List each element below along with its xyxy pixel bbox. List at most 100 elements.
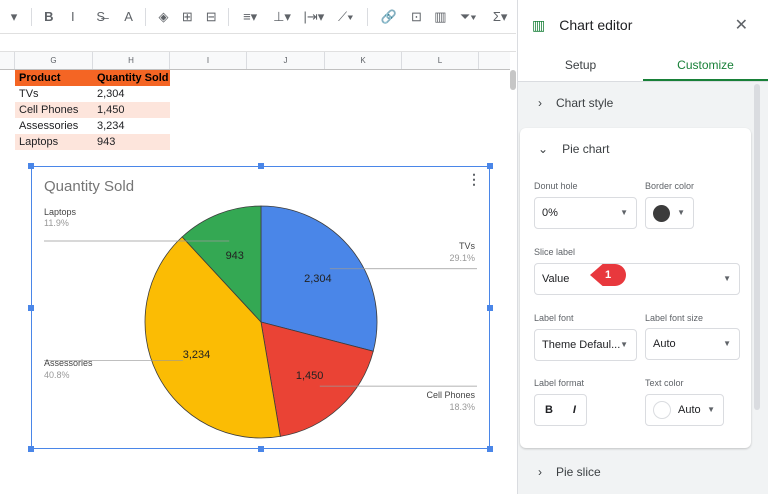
resize-handle[interactable] — [487, 446, 493, 452]
toolbar-separator — [30, 7, 32, 26]
legend-label-tvs: TVs — [458, 241, 475, 251]
donut-hole-dropdown[interactable]: 0% ▼ — [534, 197, 637, 229]
table-row: Laptops 943 — [15, 134, 170, 150]
functions-icon[interactable]: Σ▾ — [484, 9, 516, 25]
column-header-h[interactable]: H — [93, 52, 170, 69]
formula-bar[interactable] — [0, 34, 516, 52]
text-rotate-icon[interactable]: ⟋▾ — [330, 9, 362, 25]
column-header-k[interactable]: K — [325, 52, 402, 69]
text-color-icon[interactable]: A — [117, 9, 141, 24]
tab-customize[interactable]: Customize — [643, 50, 768, 81]
chart-icon: ▥ — [532, 16, 546, 33]
cell[interactable]: 1,450 — [93, 102, 170, 118]
borders-icon[interactable]: ⊞ — [175, 9, 199, 25]
vertical-align-icon[interactable]: ⊥▾ — [266, 9, 298, 25]
column-header-g[interactable]: G — [15, 52, 93, 69]
section-label: Pie chart — [562, 142, 610, 156]
slice-label-dropdown[interactable]: Value ▼ — [534, 263, 740, 295]
column-header-j[interactable]: J — [247, 52, 325, 69]
data-table: Product Quantity Sold TVs 2,304 Cell Phone… — [15, 70, 170, 150]
chevron-right-icon: › — [538, 465, 542, 479]
table-row: TVs 2,304 — [15, 86, 170, 102]
section-label: Chart style — [556, 96, 614, 110]
vertical-scrollbar[interactable] — [510, 70, 516, 90]
section-pie-chart-header[interactable]: ⌄ Pie chart — [520, 128, 751, 170]
editor-header: ▥ Chart editor ✕ — [518, 0, 768, 50]
slice-value-label: 1,450 — [296, 370, 324, 382]
legend-pct-assessories: 40.8% — [44, 370, 70, 380]
label-font-label: Label font — [534, 313, 574, 323]
resize-handle[interactable] — [28, 163, 34, 169]
pie-chart-section: ⌄ Pie chart Donut hole 0% ▼ Border color ▼… — [520, 128, 751, 448]
border-color-dropdown[interactable]: ▼ — [645, 197, 694, 229]
corner — [0, 52, 15, 69]
link-icon[interactable]: 🔗 — [373, 9, 405, 25]
dropdown-caret-icon: ▼ — [707, 405, 715, 414]
text-color-value: Auto — [678, 404, 701, 416]
section-pie-slice[interactable]: › Pie slice — [518, 451, 751, 493]
text-color-dropdown[interactable]: Auto ▼ — [645, 394, 724, 426]
section-label: Pie slice — [556, 465, 601, 479]
resize-handle[interactable] — [28, 305, 34, 311]
resize-handle[interactable] — [487, 305, 493, 311]
cell[interactable]: Product — [15, 70, 93, 86]
chart-editor-panel: ▥ Chart editor ✕ Setup Customize › Chart … — [517, 0, 768, 494]
comment-icon[interactable]: ⊡ — [405, 9, 429, 25]
cell[interactable]: Laptops — [15, 134, 93, 150]
slice-value-label: 943 — [226, 250, 244, 262]
legend-pct-tvs: 29.1% — [449, 253, 475, 263]
toolbar-separator — [228, 7, 230, 26]
label-font-value: Theme Defaul... — [542, 339, 621, 351]
italic-button[interactable]: I — [573, 395, 576, 425]
bold-button[interactable]: B — [545, 395, 553, 425]
slice-label-label: Slice label — [534, 247, 576, 257]
column-headers: G H I J K L — [0, 52, 510, 70]
chevron-down-icon: ⌄ — [538, 142, 549, 156]
pie-chart[interactable]: Quantity Sold ⋮ 2,304 1,450 3,234 943 Lapto… — [28, 163, 493, 452]
toolbar: ▾ B I S̶ A ◈ ⊞ ⊟ ≡▾ ⊥▾ |⇥▾ ⟋▾ 🔗 ⊡ ▥ ⏷▾ Σ▾ — [0, 0, 516, 34]
close-icon[interactable]: ✕ — [735, 15, 748, 35]
horizontal-align-icon[interactable]: ≡▾ — [234, 9, 266, 25]
resize-handle[interactable] — [487, 163, 493, 169]
cell[interactable]: TVs — [15, 86, 93, 102]
label-font-size-label: Label font size — [645, 313, 704, 323]
editor-tabs: Setup Customize — [518, 50, 768, 82]
dropdown-caret-icon[interactable]: ▾ — [2, 9, 26, 25]
chart-icon[interactable]: ▥ — [428, 9, 452, 25]
panel-scrollbar[interactable] — [754, 84, 760, 410]
dropdown-caret-icon: ▼ — [677, 208, 685, 217]
cell[interactable]: Cell Phones — [15, 102, 93, 118]
cell[interactable]: 3,234 — [93, 118, 170, 134]
label-format-label: Label format — [534, 378, 585, 388]
resize-handle[interactable] — [28, 446, 34, 452]
label-font-size-value: Auto — [653, 338, 676, 350]
cell[interactable]: 943 — [93, 134, 170, 150]
cell[interactable]: Quantity Sold — [93, 70, 170, 86]
resize-handle[interactable] — [258, 446, 264, 452]
section-chart-style[interactable]: › Chart style — [518, 82, 751, 124]
italic-icon[interactable]: I — [61, 9, 85, 24]
label-font-size-dropdown[interactable]: Auto ▼ — [645, 328, 740, 360]
tab-setup[interactable]: Setup — [518, 50, 643, 81]
label-font-dropdown[interactable]: Theme Defaul... ▼ — [534, 329, 637, 361]
column-header-l[interactable]: L — [402, 52, 479, 69]
donut-hole-label: Donut hole — [534, 181, 578, 191]
dropdown-caret-icon: ▼ — [620, 340, 628, 349]
column-header-i[interactable]: I — [170, 52, 247, 69]
bold-icon[interactable]: B — [37, 9, 61, 24]
merge-cells-icon[interactable]: ⊟ — [199, 9, 223, 25]
slice-label-value: Value — [542, 273, 570, 285]
cell[interactable]: 2,304 — [93, 86, 170, 102]
filter-icon[interactable]: ⏷▾ — [452, 9, 484, 25]
resize-handle[interactable] — [258, 163, 264, 169]
table-row: Assessories 3,234 — [15, 118, 170, 134]
chevron-right-icon: › — [538, 96, 542, 110]
text-wrap-icon[interactable]: |⇥▾ — [298, 9, 330, 25]
strikethrough-icon[interactable]: S̶ — [85, 9, 117, 24]
toolbar-separator — [145, 7, 147, 26]
color-swatch — [653, 205, 670, 222]
toolbar-separator — [366, 7, 368, 26]
cell[interactable]: Assessories — [15, 118, 93, 134]
fill-color-icon[interactable]: ◈ — [151, 9, 175, 25]
color-swatch — [653, 401, 671, 419]
